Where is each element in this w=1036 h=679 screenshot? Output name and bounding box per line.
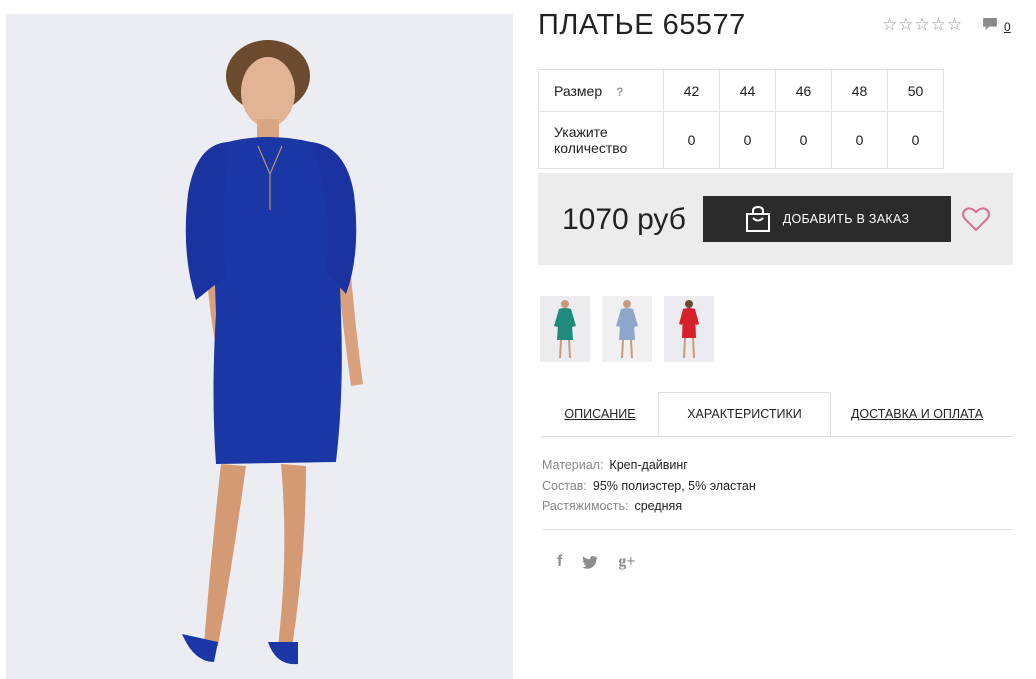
star-icon[interactable]: ☆ [898, 16, 913, 34]
spec-stretch-key: Растяжимость: [542, 499, 629, 513]
quantity-input-44[interactable]: 0 [719, 111, 776, 169]
size-48: 48 [831, 69, 888, 112]
add-to-order-label: ДОБАВИТЬ В ЗАКАЗ [782, 212, 910, 226]
tab-delivery-payment-label: ДОСТАВКА И ОПЛАТА [850, 407, 984, 421]
size-quantity-table: Размер? 42 44 46 48 50 Укажите количеств… [538, 69, 944, 169]
add-to-order-button[interactable]: ДОБАВИТЬ В ЗАКАЗ [703, 196, 951, 242]
tab-delivery-payment[interactable]: ДОСТАВКА И ОПЛАТА [833, 392, 1001, 436]
shopping-bag-icon [745, 205, 770, 232]
size-50: 50 [887, 69, 944, 112]
teal-dress-image [540, 296, 590, 362]
star-icon[interactable]: ☆ [882, 16, 897, 34]
quantity-label-line2: количество [554, 140, 628, 156]
rating-stars[interactable]: ☆ ☆ ☆ ☆ ☆ [882, 16, 962, 34]
facebook-icon[interactable]: f [557, 553, 562, 571]
spec-stretch-value: средняя [634, 499, 683, 513]
tab-description[interactable]: ОПИСАНИЕ [541, 392, 659, 436]
spec-material: Материал: Креп-дайвинг [542, 455, 756, 476]
red-dress-thumbnail[interactable] [664, 296, 714, 362]
googleplus-icon[interactable]: g+ [618, 553, 635, 571]
tab-description-label: ОПИСАНИЕ [564, 407, 636, 421]
spec-composition-value: 95% полиэстер, 5% эластан [592, 478, 756, 493]
teal-dress-thumbnail[interactable] [540, 296, 590, 362]
star-icon[interactable]: ☆ [947, 16, 962, 34]
size-label: Размер [554, 82, 603, 99]
dress-model-illustration [6, 14, 513, 679]
color-variant-thumbnails [540, 296, 714, 362]
main-product-photo[interactable] [6, 14, 513, 679]
social-share: f g+ [557, 553, 635, 571]
quantity-input-48[interactable]: 0 [831, 111, 888, 169]
dress-body [211, 137, 342, 464]
price: 1070 руб [562, 203, 686, 236]
spec-stretch: Растяжимость: средняя [542, 496, 756, 517]
spec-composition-key: Состав: [542, 478, 587, 493]
red-dress-image [664, 296, 714, 362]
comments-count[interactable]: 0 [1004, 20, 1011, 34]
star-icon[interactable]: ☆ [915, 16, 930, 34]
tab-characteristics[interactable]: ХАРАКТЕРИСТИКИ [658, 392, 831, 436]
size-42: 42 [663, 69, 720, 112]
size-help-icon[interactable]: ? [616, 85, 623, 99]
quantity-input-46[interactable]: 0 [775, 111, 832, 169]
quantity-label-cell: Укажите количество [538, 111, 664, 169]
specs-list: Материал: Креп-дайвинг Состав: 95% полиэст… [542, 455, 756, 517]
size-44: 44 [719, 69, 776, 112]
comments-link[interactable]: 0 [982, 18, 1011, 34]
spec-composition: Состав: 95% полиэстер, 5% эластан [542, 476, 756, 497]
buy-panel: 1070 руб ДОБАВИТЬ В ЗАКАЗ [538, 173, 1013, 265]
quantity-input-42[interactable]: 0 [663, 111, 720, 169]
lightblue-dress-image [602, 296, 652, 362]
product-title: ПЛАТЬЕ 65577 [538, 9, 746, 41]
spec-material-value: Креп-дайвинг [609, 458, 688, 472]
tab-characteristics-label: ХАРАКТЕРИСТИКИ [687, 407, 802, 421]
star-icon[interactable]: ☆ [931, 16, 946, 34]
heart-icon[interactable] [962, 206, 990, 232]
spec-material-key: Материал: [542, 458, 604, 472]
comment-bubble-icon [983, 18, 997, 31]
quantity-input-50[interactable]: 0 [887, 111, 944, 169]
size-label-cell: Размер? [538, 69, 664, 112]
size-46: 46 [775, 69, 832, 112]
quantity-label-line1: Укажите [554, 124, 608, 140]
twitter-icon[interactable] [582, 555, 599, 569]
lightblue-dress-thumbnail[interactable] [602, 296, 652, 362]
divider [541, 529, 1013, 530]
product-info-tabs: ОПИСАНИЕ ХАРАКТЕРИСТИКИ ДОСТАВКА И ОПЛАТ… [541, 392, 1013, 437]
